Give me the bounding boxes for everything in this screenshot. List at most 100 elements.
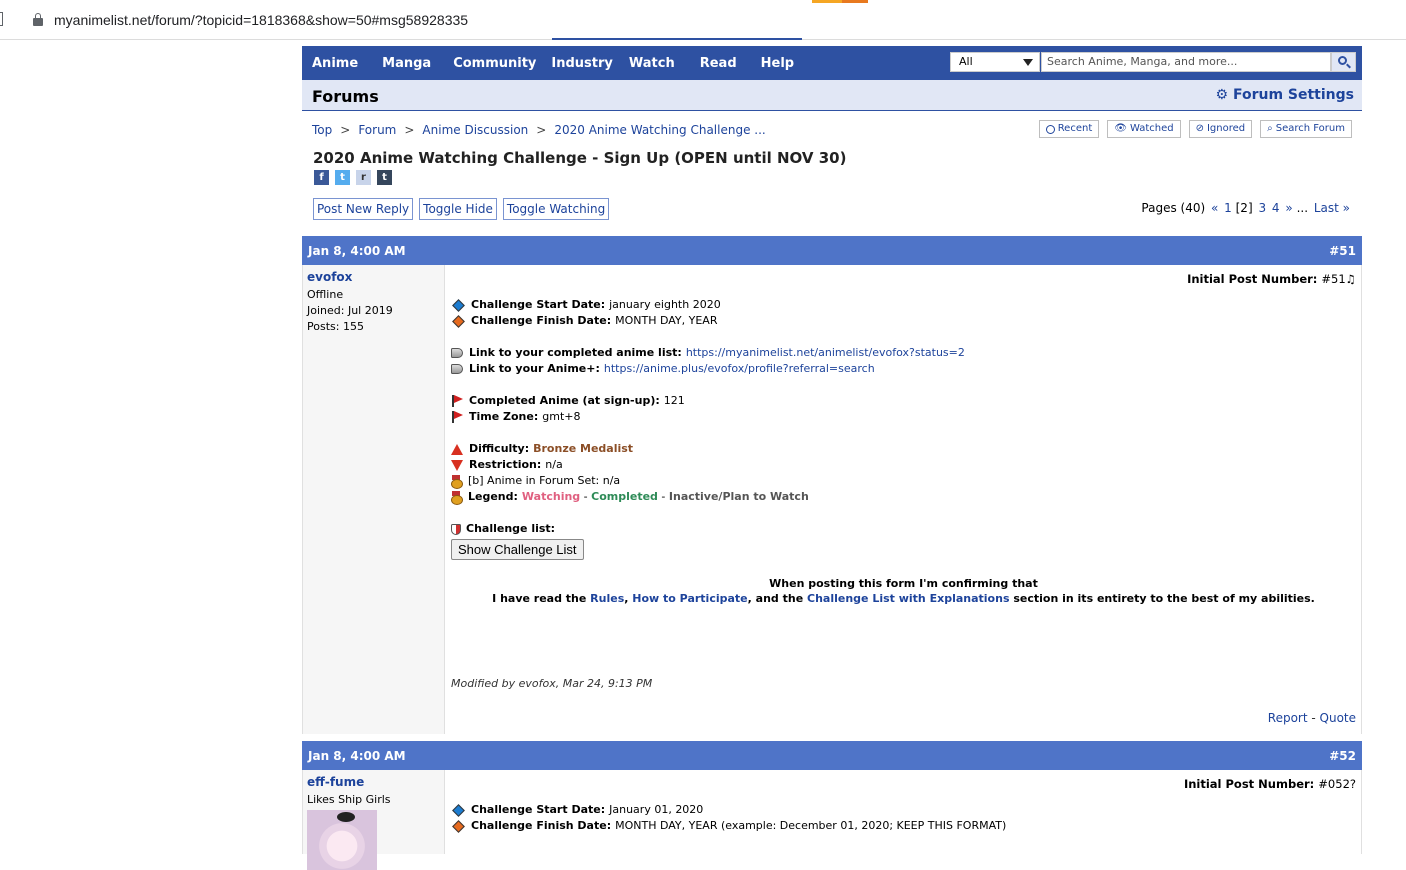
avatar[interactable]: [307, 810, 377, 870]
post-username[interactable]: eff-fume: [307, 775, 440, 789]
challenge-list-label: Challenge list:: [466, 522, 556, 535]
user-tagline: Likes Ship Girls: [307, 793, 391, 806]
legend-separator: -: [657, 490, 669, 503]
user-posts: Posts: 155: [307, 320, 364, 333]
confirm-text: section in its entirety to the best of m…: [1009, 592, 1315, 605]
main-nav: Anime Manga Community Industry Watch Rea…: [302, 46, 1362, 80]
nav-watch[interactable]: Watch: [629, 46, 675, 80]
post-body: Initial Post Number: #51♫ Challenge Star…: [446, 265, 1362, 734]
restriction-value: n/a: [545, 458, 563, 471]
show-challenge-list-button[interactable]: Show Challenge List: [451, 539, 584, 560]
breadcrumb-forum[interactable]: Forum: [358, 123, 396, 137]
page-4[interactable]: 4: [1272, 201, 1280, 215]
search-forum-button[interactable]: ⌕ Search Forum: [1260, 120, 1352, 138]
facebook-icon[interactable]: f: [314, 170, 329, 185]
page-next[interactable]: »: [1285, 201, 1292, 215]
difficulty-label: Difficulty:: [469, 442, 530, 455]
medal-icon: [451, 475, 463, 489]
ipn-label: Initial Post Number:: [1183, 777, 1315, 791]
breadcrumb: Top > Forum > Anime Discussion >2020 Anime Wa…: [312, 123, 766, 137]
toggle-hide-button[interactable]: Toggle Hide: [419, 198, 497, 220]
pagination: Pages (40) « 1 [2] 3 4 » ... Last »: [1141, 201, 1350, 215]
breadcrumb-anime-discussion[interactable]: Anime Discussion: [422, 123, 528, 137]
twitter-icon[interactable]: t: [335, 170, 350, 185]
post-body: Initial Post Number: #052? Challenge Sta…: [446, 770, 1362, 854]
breadcrumb-top[interactable]: Top: [312, 123, 332, 137]
how-to-participate-link[interactable]: How to Participate: [632, 592, 747, 605]
bookmark-indicator-2: [842, 0, 868, 3]
finish-label: Challenge Finish Date:: [471, 819, 612, 832]
search-input[interactable]: Search Anime, Manga, and more...: [1041, 52, 1331, 72]
confirm-line-1: When posting this form I'm confirming th…: [769, 577, 1038, 590]
post-username[interactable]: evofox: [307, 270, 440, 284]
page-1[interactable]: 1: [1224, 201, 1232, 215]
nav-help[interactable]: Help: [761, 46, 794, 80]
modified-note: Modified by evofox, Mar 24, 9:13 PM: [451, 677, 653, 690]
toggle-watching-button[interactable]: Toggle Watching: [502, 198, 610, 220]
nav-read[interactable]: Read: [700, 46, 737, 80]
ignored-button[interactable]: ⊘ Ignored: [1188, 120, 1253, 138]
separator: -: [1307, 711, 1320, 725]
recent-button[interactable]: Recent: [1038, 120, 1100, 138]
legend-separator: -: [580, 490, 592, 503]
orange-diamond-icon: [452, 819, 465, 833]
report-link[interactable]: Report: [1268, 711, 1308, 725]
legend-line: Legend: Watching - Completed - Inactive/P…: [451, 489, 1356, 505]
reddit-icon[interactable]: r: [356, 170, 371, 185]
confirm-text: , and the: [747, 592, 807, 605]
post-new-reply-button[interactable]: Post New Reply: [313, 198, 414, 220]
legend-inactive: Inactive/Plan to Watch: [668, 490, 809, 503]
blue-diamond-icon: [452, 298, 465, 312]
nav-anime[interactable]: Anime: [312, 46, 358, 80]
topic-actions: Post New Reply Toggle Hide Toggle Watchi…: [313, 198, 610, 220]
forum-settings-link[interactable]: ⚙ Forum Settings: [1216, 87, 1354, 103]
completed-line: Completed Anime (at sign-up): 121: [451, 393, 1356, 409]
ban-icon: ⊘: [1195, 123, 1204, 134]
page-prev[interactable]: «: [1211, 201, 1218, 215]
url-text[interactable]: myanimelist.net/forum/?topicid=1818368&s…: [54, 12, 468, 28]
nav-menu: Anime Manga Community Industry Watch Rea…: [312, 46, 794, 80]
finish-date-line: Challenge Finish Date: MONTH DAY, YEAR (e…: [451, 818, 1356, 834]
shield-icon: [451, 523, 461, 535]
site-container: Anime Manga Community Industry Watch Rea…: [302, 46, 1362, 870]
watched-label: Watched: [1129, 123, 1174, 134]
eye-icon: 👁: [1114, 123, 1127, 134]
challenge-list-link[interactable]: Challenge List with Explanations: [807, 592, 1010, 605]
forum-set-text: [b] Anime in Forum Set: n/a: [468, 474, 621, 487]
initial-post-number: Initial Post Number: #052?: [1184, 777, 1356, 791]
anime-list-link[interactable]: https://myanimelist.net/animelist/evofox…: [686, 345, 965, 361]
page-ellipsis: ...: [1296, 201, 1309, 215]
finish-date-line: Challenge Finish Date: MONTH DAY, YEAR: [451, 313, 1356, 329]
restriction-label: Restriction:: [469, 458, 542, 471]
difficulty-value: Bronze Medalist: [533, 442, 634, 455]
completed-label: Completed Anime (at sign-up):: [469, 394, 660, 407]
search-button[interactable]: [1331, 52, 1356, 72]
tab-underline: [552, 38, 802, 40]
page-3[interactable]: 3: [1258, 201, 1266, 215]
post-number[interactable]: #51: [1329, 244, 1356, 258]
post-date: Jan 8, 4:00 AM: [308, 244, 406, 258]
nav-community[interactable]: Community: [453, 46, 536, 80]
breadcrumb-topic[interactable]: 2020 Anime Watching Challenge ...: [554, 123, 765, 137]
post-number[interactable]: #52: [1329, 749, 1356, 763]
lock-icon[interactable]: [33, 13, 43, 26]
orange-diamond-icon: [452, 314, 465, 328]
restriction-line: Restriction: n/a: [451, 457, 1356, 473]
nav-industry[interactable]: Industry: [551, 46, 613, 80]
animeplus-link[interactable]: https://anime.plus/evofox/profile?referr…: [604, 361, 875, 377]
ignored-label: Ignored: [1206, 123, 1246, 134]
search-category-select[interactable]: All: [950, 52, 1040, 72]
browser-address-bar: myanimelist.net/forum/?topicid=1818368&s…: [0, 0, 1406, 40]
nav-manga[interactable]: Manga: [382, 46, 431, 80]
post-actions: Report - Quote: [1268, 711, 1356, 725]
initial-post-number: Initial Post Number: #51♫: [1187, 272, 1356, 286]
watched-button[interactable]: 👁 Watched: [1107, 120, 1181, 138]
page-last[interactable]: Last »: [1314, 201, 1350, 215]
search-icon: ⌕: [1267, 123, 1273, 134]
rules-link[interactable]: Rules: [590, 592, 624, 605]
breadcrumb-sep: >: [536, 123, 547, 137]
tumblr-icon[interactable]: t: [377, 170, 392, 185]
quote-link[interactable]: Quote: [1320, 711, 1356, 725]
finish-label: Challenge Finish Date:: [471, 314, 612, 327]
tz-label: Time Zone:: [469, 410, 539, 423]
